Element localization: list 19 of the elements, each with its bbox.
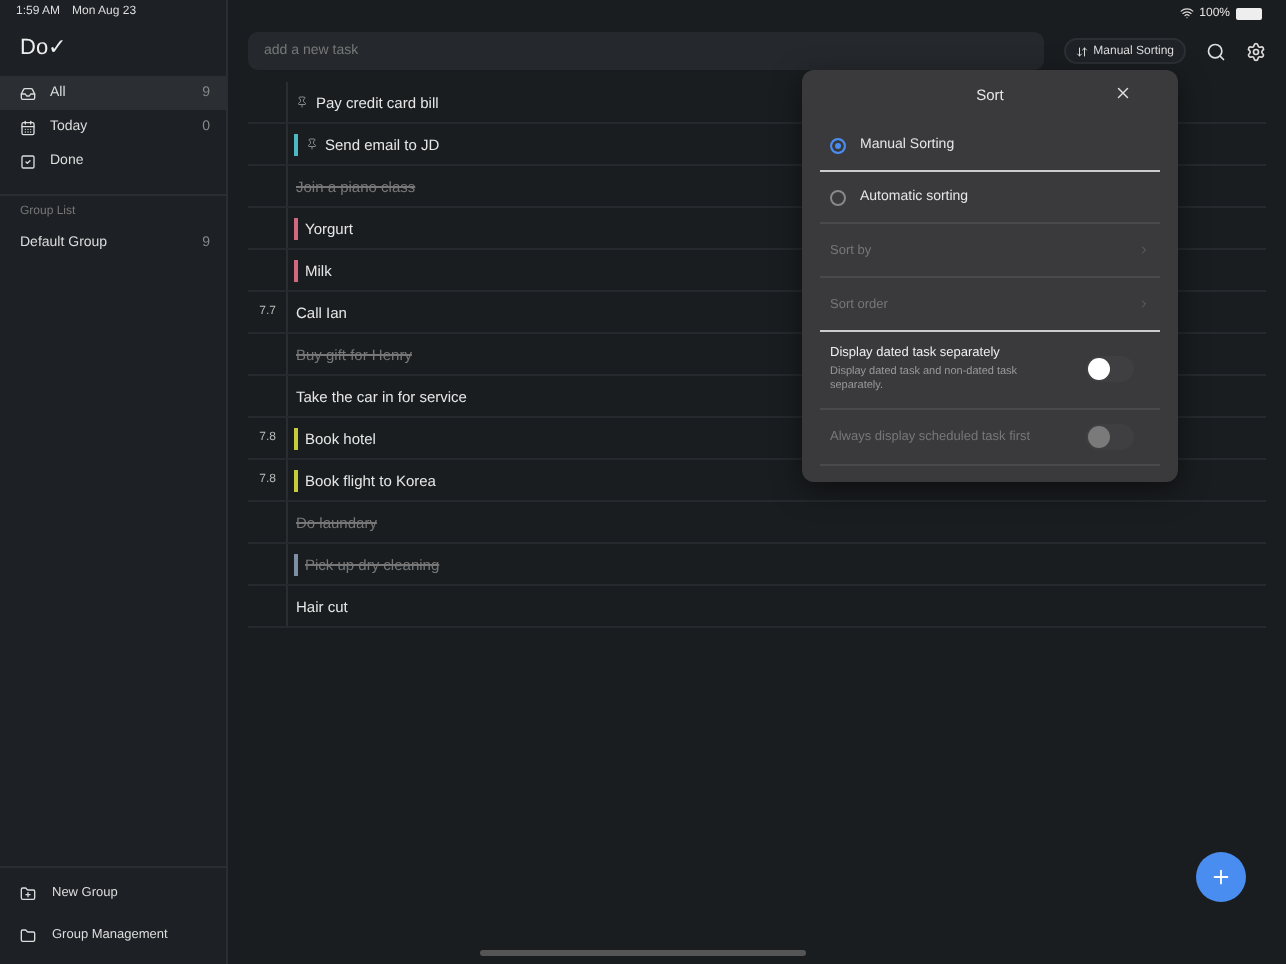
search-icon[interactable] xyxy=(1206,41,1226,61)
folder-plus-icon xyxy=(20,885,36,901)
calendar-icon xyxy=(20,119,36,135)
chevron-icon xyxy=(1138,298,1150,310)
folder-icon xyxy=(20,927,36,943)
radio-button[interactable] xyxy=(830,137,846,153)
toggle-switch[interactable] xyxy=(1086,356,1134,383)
plus-icon xyxy=(1210,866,1232,888)
radio-button[interactable] xyxy=(830,189,846,205)
inbox-icon xyxy=(20,85,36,101)
battery-icon xyxy=(1236,7,1262,19)
add-button[interactable] xyxy=(1196,852,1246,902)
wifi-icon xyxy=(1179,6,1194,20)
app-logo: Do✓ xyxy=(18,34,69,64)
close-button[interactable] xyxy=(1114,84,1132,102)
sort-icon xyxy=(1075,45,1088,57)
checkbox-icon xyxy=(20,153,36,169)
chevron-icon xyxy=(1138,244,1150,256)
settings-icon[interactable] xyxy=(1246,41,1266,61)
